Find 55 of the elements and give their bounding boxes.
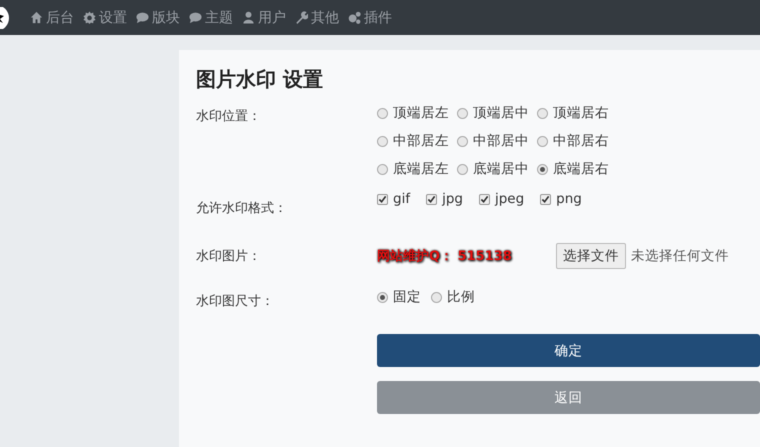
nav-link[interactable]: 版块	[136, 8, 180, 26]
radio-button[interactable]	[377, 136, 388, 146]
radio-button[interactable]	[457, 136, 468, 146]
radio-button[interactable]	[457, 108, 468, 118]
comment-icon	[136, 11, 149, 24]
radio-button[interactable]	[377, 164, 388, 174]
field-label: 水印位置：	[196, 108, 262, 126]
nav-link[interactable]: 后台	[30, 8, 74, 26]
gear-icon	[83, 11, 96, 24]
gears-icon	[348, 11, 361, 24]
wrench-icon	[295, 11, 308, 24]
field-label: 允许水印格式：	[196, 200, 288, 218]
option-label: 固定	[393, 288, 421, 307]
option-label: 底端居中	[473, 160, 529, 179]
nav-link[interactable]: 主题	[189, 8, 233, 26]
option-label: 顶端居中	[473, 104, 529, 123]
option-label: 底端居左	[393, 160, 449, 179]
option-label: 比例	[447, 288, 475, 307]
radio-button[interactable]	[457, 164, 468, 174]
option-label: 中部居左	[393, 132, 449, 151]
field-label: 水印图片：	[196, 248, 262, 266]
home-icon	[30, 11, 43, 24]
radio-button[interactable]	[537, 136, 548, 146]
nav-link[interactable]: 其他	[295, 8, 339, 26]
checkbox[interactable]	[540, 194, 552, 204]
option-label: png	[556, 190, 582, 209]
back-button[interactable]: 返回	[377, 381, 760, 414]
checkbox[interactable]	[426, 194, 438, 204]
radio-button[interactable]	[377, 108, 388, 118]
option-label: jpeg	[494, 190, 524, 209]
comment-icon	[189, 11, 202, 24]
confirm-button[interactable]: 确定	[377, 334, 760, 367]
watermark-preview: 网站维护Q： 515138	[377, 248, 513, 265]
page-title: 图片水印 设置	[196, 66, 324, 93]
user-icon	[242, 11, 255, 24]
option-label: 中部居中	[473, 132, 529, 151]
radio-button[interactable]	[431, 292, 442, 302]
option-label: 底端居右	[553, 160, 609, 179]
file-status: 未选择任何文件	[631, 247, 729, 265]
radio-button[interactable]	[537, 164, 548, 174]
choose-file-button[interactable]: 选择文件	[556, 243, 626, 269]
option-label: jpg	[442, 190, 463, 209]
option-label: 顶端居左	[393, 104, 449, 123]
radio-button[interactable]	[377, 292, 388, 302]
nav-link[interactable]: 设置	[83, 8, 127, 26]
nav-link[interactable]: 插件	[348, 8, 392, 26]
field-label: 水印图尺寸：	[196, 293, 275, 311]
option-label: 中部居右	[553, 132, 609, 151]
checkbox[interactable]	[377, 194, 388, 204]
nav-link[interactable]: 用户	[242, 8, 286, 26]
option-label: 顶端居右	[553, 104, 609, 123]
logo-icon	[0, 6, 10, 28]
checkbox[interactable]	[478, 194, 490, 204]
option-label: gif	[393, 190, 410, 209]
radio-button[interactable]	[537, 108, 548, 118]
